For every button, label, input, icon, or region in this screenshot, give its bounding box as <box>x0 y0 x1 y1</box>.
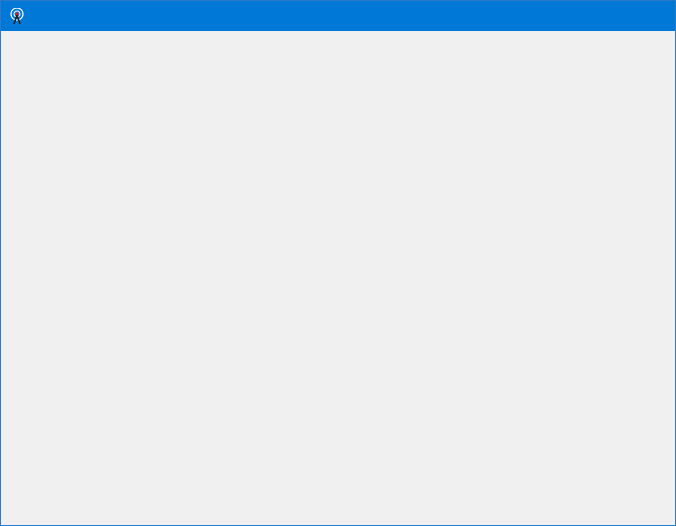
title-bar <box>1 1 675 31</box>
close-button[interactable] <box>629 1 675 31</box>
minimize-button[interactable] <box>583 1 629 31</box>
app-radio-icon <box>10 8 24 24</box>
